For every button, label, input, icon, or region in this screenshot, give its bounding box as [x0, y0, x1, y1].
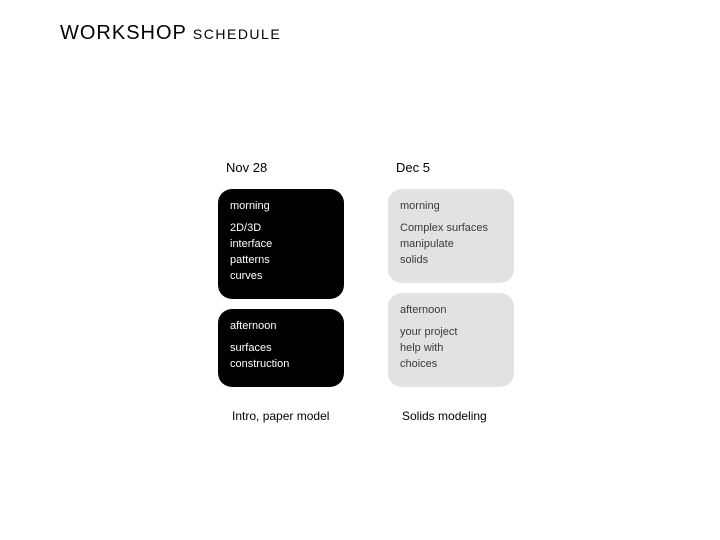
morning-card: morning Complex surfaces manipulate soli…	[388, 189, 514, 283]
footer-line: model	[297, 409, 330, 423]
column-nov28: Nov 28 morning 2D/3D interface patterns …	[218, 160, 344, 425]
morning-item: manipulate	[400, 237, 502, 253]
title-word-1: WORKSHOP	[60, 22, 187, 44]
page: WORKSHOP SCHEDULE Nov 28 morning 2D/3D i…	[0, 0, 720, 540]
afternoon-item: construction	[230, 357, 332, 373]
afternoon-header: afternoon	[400, 303, 502, 319]
morning-item: 2D/3D	[230, 221, 332, 237]
footer-line: paper	[263, 409, 294, 423]
column-dec5: Dec 5 morning Complex surfaces manipulat…	[388, 160, 514, 425]
schedule-columns: Nov 28 morning 2D/3D interface patterns …	[218, 160, 514, 425]
date-label: Dec 5	[396, 160, 514, 175]
afternoon-item: choices	[400, 357, 502, 373]
afternoon-card: afternoon surfaces construction	[218, 309, 344, 387]
date-label: Nov 28	[226, 160, 344, 175]
afternoon-item: your project	[400, 325, 502, 341]
morning-item: solids	[400, 253, 502, 269]
column-footer: Solids modeling	[402, 407, 514, 425]
title-word-2: SCHEDULE	[193, 26, 281, 42]
page-title: WORKSHOP SCHEDULE	[60, 22, 281, 45]
morning-item: Complex surfaces	[400, 221, 502, 237]
footer-line: Solids	[402, 409, 435, 423]
footer-line: modeling	[438, 409, 487, 423]
morning-item: interface	[230, 237, 332, 253]
afternoon-item: help with	[400, 341, 502, 357]
afternoon-card: afternoon your project help with choices	[388, 293, 514, 387]
afternoon-item: surfaces	[230, 341, 332, 357]
morning-card: morning 2D/3D interface patterns curves	[218, 189, 344, 299]
column-footer: Intro, paper model	[232, 407, 344, 425]
afternoon-header: afternoon	[230, 319, 332, 335]
morning-item: curves	[230, 269, 332, 285]
morning-header: morning	[400, 199, 502, 215]
footer-line: Intro,	[232, 409, 259, 423]
morning-header: morning	[230, 199, 332, 215]
morning-item: patterns	[230, 253, 332, 269]
